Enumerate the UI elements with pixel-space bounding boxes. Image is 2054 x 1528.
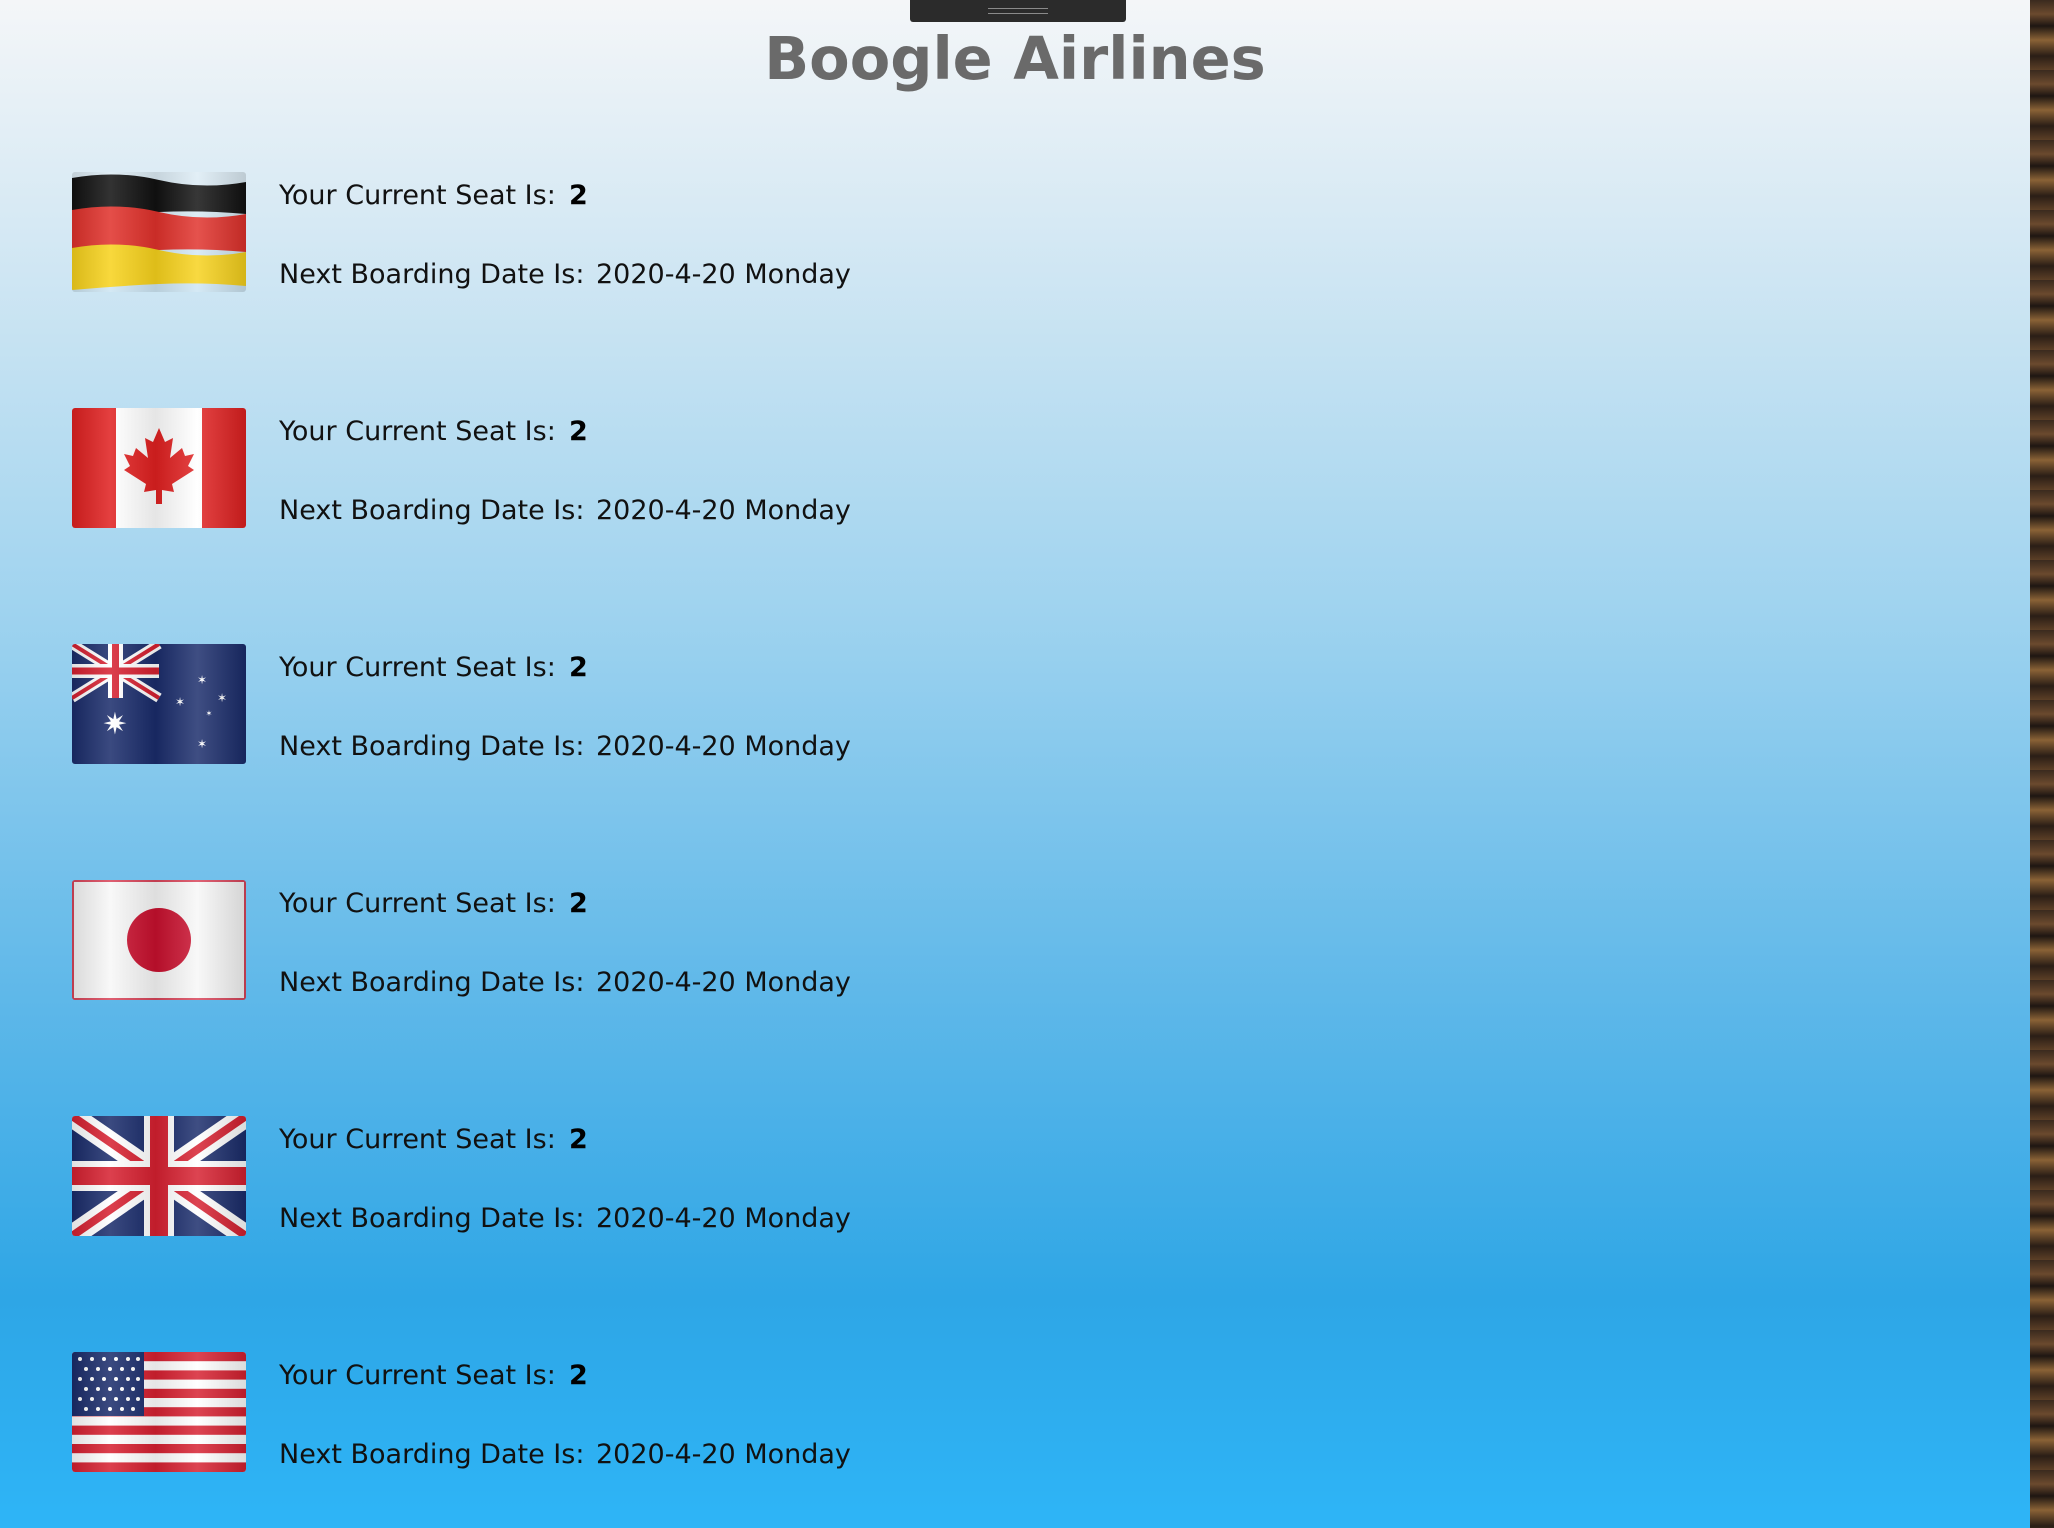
seat-value: 2: [569, 416, 588, 447]
boarding-date-label: Next Boarding Date Is:: [279, 731, 585, 762]
background-wallpaper-edge: [2030, 0, 2054, 1528]
grip-icon: [988, 8, 1048, 14]
seat-label: Your Current Seat Is:: [279, 416, 556, 447]
window-drag-handle[interactable]: [910, 0, 1126, 22]
seat-value: 2: [569, 1360, 588, 1391]
seat-label: Your Current Seat Is:: [279, 888, 556, 919]
japan-flag-icon: [72, 880, 246, 1000]
uk-flag-icon: [72, 1116, 246, 1236]
boarding-date-label: Next Boarding Date Is:: [279, 259, 585, 290]
list-item[interactable]: Your Current Seat Is: 2 Next Boarding Da…: [72, 880, 972, 1010]
app-window: Boogle Airlines Your Current Seat Is: 2 …: [0, 0, 2030, 1528]
svg-text:✷: ✷: [102, 707, 127, 742]
app-title: Boogle Airlines: [764, 24, 1266, 93]
list-item[interactable]: Your Current Seat Is: 2 Next Boarding Da…: [72, 1352, 972, 1482]
svg-text:✶: ✶: [197, 673, 207, 687]
boarding-date-label: Next Boarding Date Is:: [279, 495, 585, 526]
seat-value: 2: [569, 180, 588, 211]
seat-value: 2: [569, 652, 588, 683]
seat-label: Your Current Seat Is:: [279, 652, 556, 683]
boarding-date-value: 2020-4-20 Monday: [596, 967, 851, 998]
boarding-date-label: Next Boarding Date Is:: [279, 1203, 585, 1234]
list-item[interactable]: Your Current Seat Is: 2 Next Boarding Da…: [72, 172, 972, 302]
boarding-date-value: 2020-4-20 Monday: [596, 1439, 851, 1470]
canada-flag-icon: [72, 408, 246, 528]
seat-label: Your Current Seat Is:: [279, 180, 556, 211]
boarding-date-label: Next Boarding Date Is:: [279, 1439, 585, 1470]
svg-text:✶: ✶: [206, 709, 213, 718]
seat-value: 2: [569, 888, 588, 919]
list-item[interactable]: Your Current Seat Is: 2 Next Boarding Da…: [72, 1116, 972, 1246]
svg-text:✶: ✶: [175, 695, 185, 709]
seat-label: Your Current Seat Is:: [279, 1124, 556, 1155]
germany-flag-icon: [72, 172, 246, 292]
boarding-date-value: 2020-4-20 Monday: [596, 495, 851, 526]
boarding-date-value: 2020-4-20 Monday: [596, 259, 851, 290]
boarding-date-value: 2020-4-20 Monday: [596, 1203, 851, 1234]
svg-text:✶: ✶: [217, 691, 227, 705]
list-item[interactable]: Your Current Seat Is: 2 Next Boarding Da…: [72, 408, 972, 538]
australia-flag-icon: ✷ ✶ ✶ ✶ ✶ ✶: [72, 644, 246, 764]
usa-flag-icon: [72, 1352, 246, 1472]
svg-text:✶: ✶: [197, 737, 207, 751]
seat-label: Your Current Seat Is:: [279, 1360, 556, 1391]
boarding-date-value: 2020-4-20 Monday: [596, 731, 851, 762]
seat-value: 2: [569, 1124, 588, 1155]
boarding-date-label: Next Boarding Date Is:: [279, 967, 585, 998]
list-item[interactable]: ✷ ✶ ✶ ✶ ✶ ✶ Your Current Seat Is: 2 Next…: [72, 644, 972, 774]
